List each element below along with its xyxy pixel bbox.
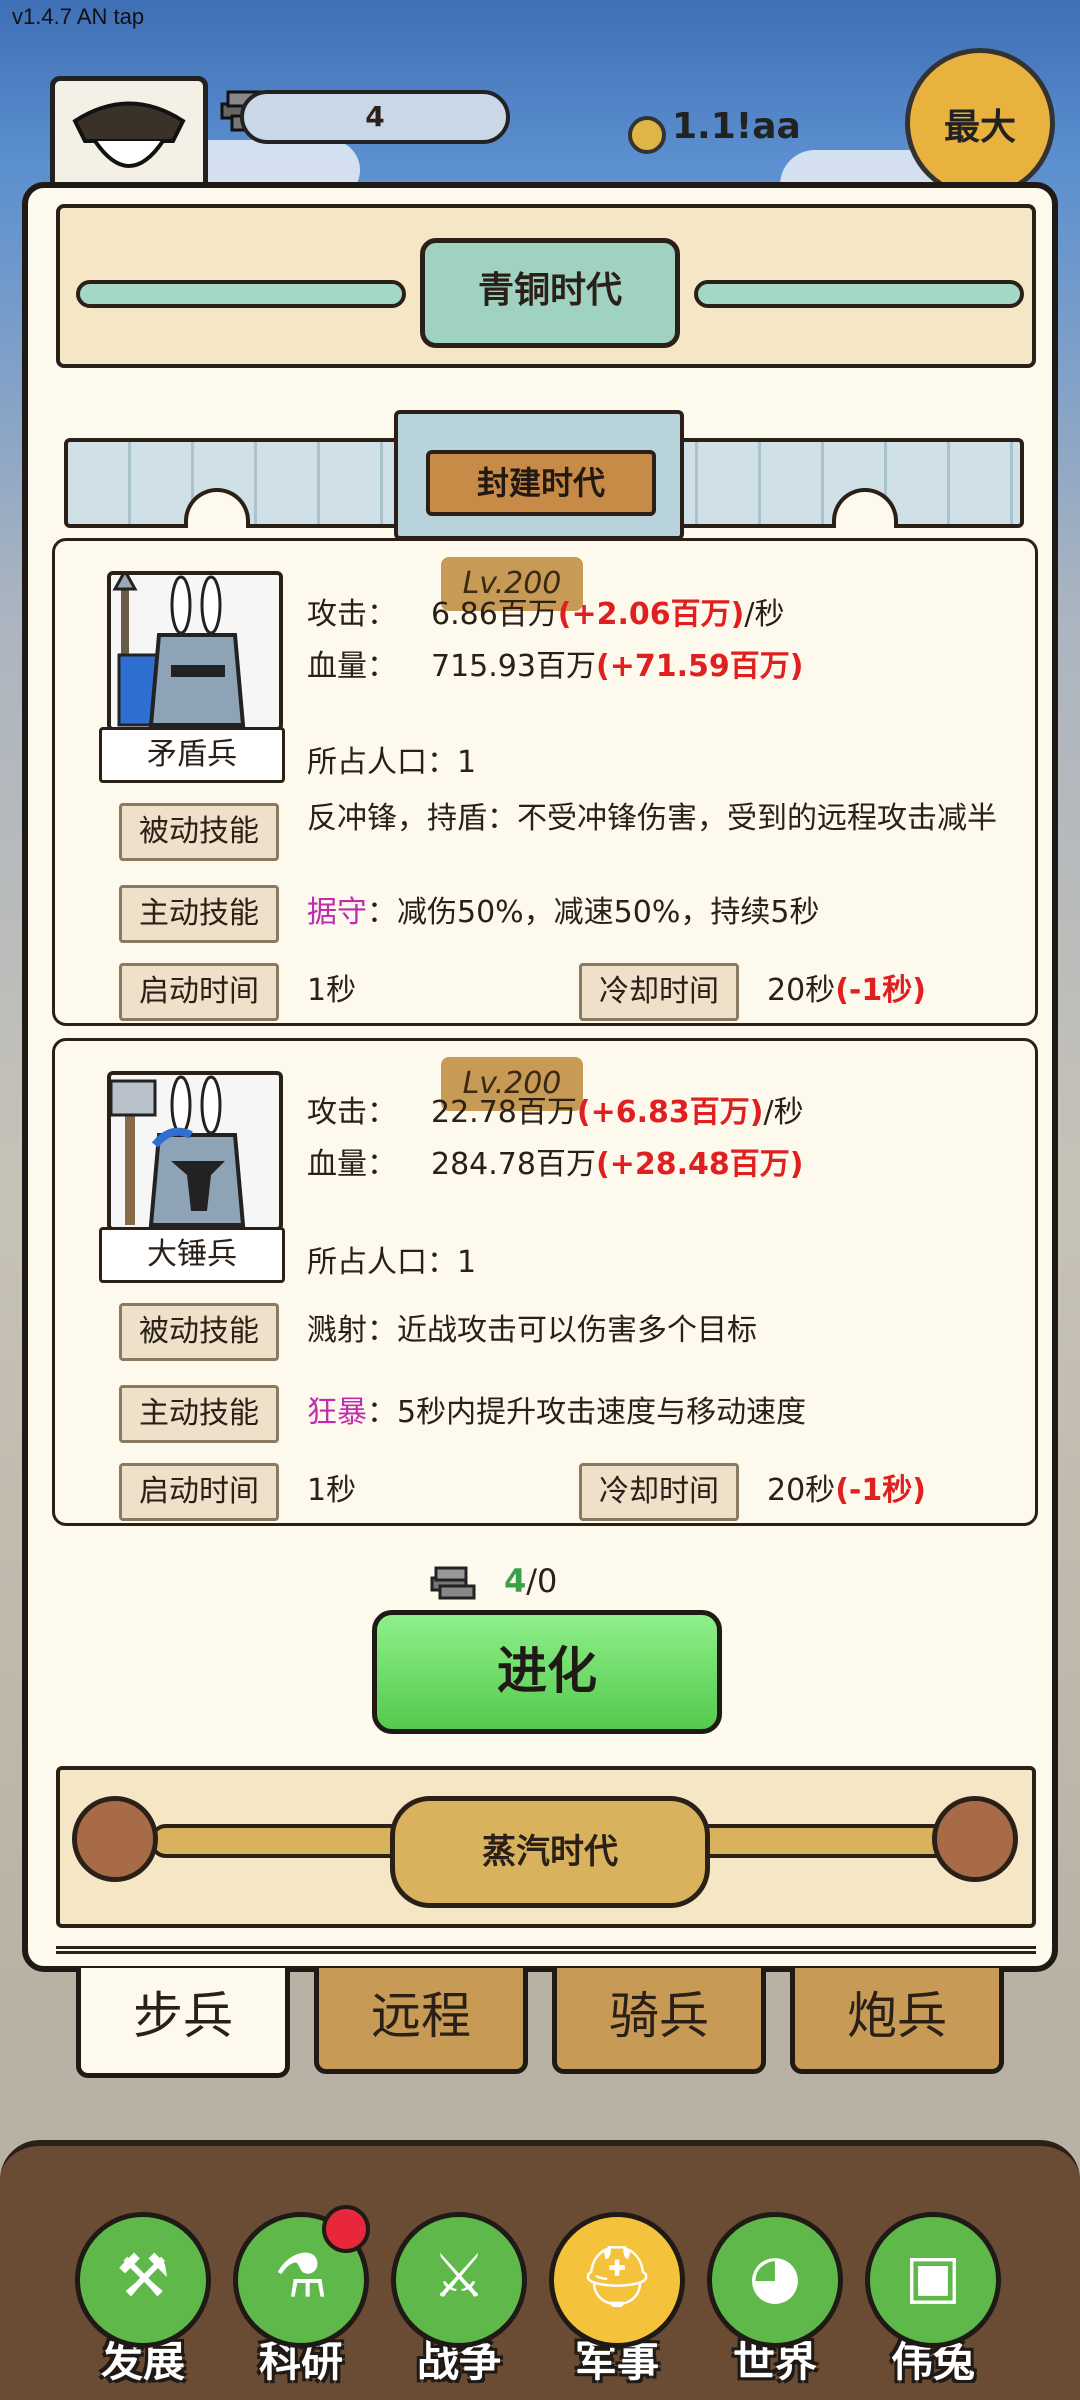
current-era-banner: 青铜时代 [56,204,1036,368]
coin-value: 1.1!aa [672,106,801,147]
unit-portrait-hammer [107,1071,283,1231]
unit-card-hammer[interactable]: 大锤兵 Lv.200 攻击： 22.78百万(+6.83百万)/秒 血量： 284.… [52,1038,1038,1526]
crossed-swords-icon: ⚔ [391,2212,527,2348]
player-avatar[interactable] [50,76,208,196]
cooldown-row: 20秒(-1秒) [767,1471,1027,1511]
unit-card-shield-spear[interactable]: 矛盾兵 Lv.200 攻击： 6.86百万(+2.06百万)/秒 血量： 715.9… [52,538,1038,1026]
active-skill-tag[interactable]: 主动技能 [119,1385,279,1443]
nav-research[interactable]: ⚗ 科研 [226,2205,376,2400]
ingot-icon [430,1566,476,1600]
attack-bonus: (+6.83百万) [576,1095,764,1130]
hp-value: 715.93百万 [431,649,596,684]
hp-bonus: (+71.59百万) [595,649,804,684]
hp-value: 284.78百万 [431,1147,596,1182]
attack-label: 攻击： [307,597,397,632]
steam-wheel-right [932,1796,1018,1882]
population-text: 所占人口：1 [307,1245,477,1280]
tab-cavalry[interactable]: 骑兵 [552,1968,766,2074]
nav-great-rabbit[interactable]: ▣ 伟兔 [858,2212,1008,2400]
population-text: 所占人口：1 [307,745,477,780]
flask-icon: ⚗ [233,2205,370,2348]
attack-value: 6.86百万 [431,597,558,632]
hp-bonus: (+28.48百万) [595,1147,804,1182]
military-panel: 青铜时代 封建时代 矛盾兵 Lv.200 攻击： 6.86百万(+2.06百万)/… [22,182,1058,1972]
tab-artillery[interactable]: 炮兵 [790,1968,1004,2074]
attack-row: 攻击： 6.86百万(+2.06百万)/秒 [307,589,784,633]
current-era-title: 青铜时代 [420,238,680,348]
era-rail-left [76,280,406,308]
active-skill-tag[interactable]: 主动技能 [119,885,279,943]
attack-suffix: /秒 [763,1095,804,1130]
steam-wheel-left [72,1796,158,1882]
era-rail-right [694,280,1024,308]
startup-time-tag[interactable]: 启动时间 [119,1463,279,1521]
passive-skill-tag[interactable]: 被动技能 [119,1303,279,1361]
ingot-count: 4 [365,100,385,133]
nav-war[interactable]: ⚔ 战争 [384,2212,534,2400]
nav-military[interactable]: ⛑ 军事 [542,2212,692,2400]
evolve-cost-need: /0 [526,1562,558,1600]
passive-skill-tag[interactable]: 被动技能 [119,803,279,861]
cooldown-value: 20秒 [767,973,836,1008]
startup-time-value: 1秒 [307,973,357,1008]
attack-bonus: (+2.06百万) [557,597,745,632]
next-era-banner: 蒸汽时代 [56,1766,1036,1928]
attack-label: 攻击： [307,1095,397,1130]
startup-time-tag[interactable]: 启动时间 [119,963,279,1021]
hp-label: 血量： [307,1147,397,1182]
unit-portrait-shield-spear [107,571,283,731]
version-label: v1.4.7 AN tap [12,4,145,29]
cooldown-bonus: (-1秒) [835,973,926,1008]
active-skill-name: 狂暴 [307,1395,367,1430]
ingot-resource-pill: 4 [240,90,510,144]
top-bar: 4 1.1!aa 最大 [0,48,1080,198]
hp-row: 血量： 284.78百万(+28.48百万) [307,1139,803,1183]
globe-icon: ◕ [707,2212,843,2348]
active-skill-name: 据守 [307,895,367,930]
active-skill-text: ：5秒内提升攻击速度与移动速度 [367,1395,807,1430]
tab-infantry[interactable]: 步兵 [76,1968,290,2078]
tab-ranged[interactable]: 远程 [314,1968,528,2074]
hammer-icon: ⚒ [75,2212,211,2348]
cooldown-tag[interactable]: 冷却时间 [579,1463,739,1521]
evolve-cost-have: 4 [504,1562,527,1600]
helmet-icon: ⛑ [549,2212,685,2348]
cooldown-value: 20秒 [767,1473,836,1508]
attack-row: 攻击： 22.78百万(+6.83百万)/秒 [307,1087,804,1131]
cooldown-bonus: (-1秒) [835,1473,926,1508]
active-skill-text: ：减伤50%，减速50%，持续5秒 [367,895,820,930]
passive-skill-text: 反冲锋，持盾：不受冲锋伤害，受到的远程攻击减半 [307,801,997,836]
active-skill-row: 据守：减伤50%，减速50%，持续5秒 [307,893,1007,933]
active-skill-row: 狂暴：5秒内提升攻击速度与移动速度 [307,1393,1007,1433]
notification-badge [322,2205,370,2253]
nav-develop[interactable]: ⚒ 发展 [68,2212,218,2400]
panel-divider [56,1946,1036,1954]
max-button-label: 最大 [943,107,1016,148]
next-era-title: 蒸汽时代 [390,1796,710,1908]
coin-icon [628,116,666,154]
passive-skill-text: 溅射：近战攻击可以伤害多个目标 [307,1313,757,1348]
nav-world[interactable]: ◕ 世界 [700,2212,850,2400]
evolve-cost: 4/0 [504,1562,557,1600]
rabbit-card-icon: ▣ [865,2212,1001,2348]
bottom-nav: ⚒ 发展 ⚗ 科研 ⚔ 战争 ⛑ 军事 ◕ 世界 ▣ 伟兔 [0,2140,1080,2400]
cooldown-row: 20秒(-1秒) [767,971,1027,1011]
hp-label: 血量： [307,649,397,684]
attack-value: 22.78百万 [431,1095,577,1130]
attack-suffix: /秒 [744,597,785,632]
cooldown-tag[interactable]: 冷却时间 [579,963,739,1021]
max-button[interactable]: 最大 [905,48,1055,198]
feudal-era-title: 封建时代 [426,450,656,516]
unit-name: 大锤兵 [99,1227,285,1283]
startup-time-value: 1秒 [307,1473,357,1508]
hp-row: 血量： 715.93百万(+71.59百万) [307,641,803,685]
unit-name: 矛盾兵 [99,727,285,783]
evolve-button[interactable]: 进化 [372,1610,722,1734]
